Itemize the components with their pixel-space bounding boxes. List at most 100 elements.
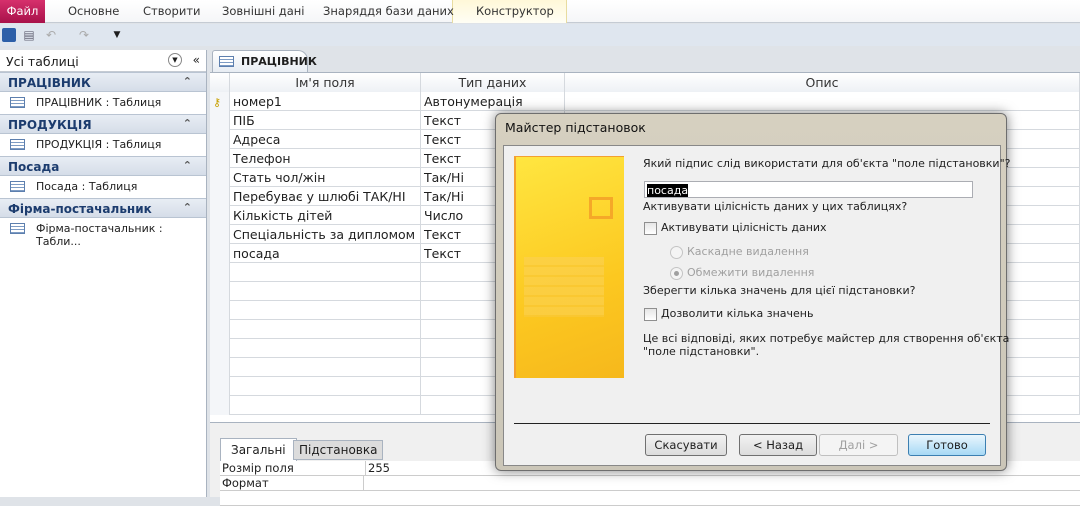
prop-row[interactable]: Формат: [220, 476, 1080, 491]
header-field-name: Ім'я поля: [230, 73, 421, 92]
allow-multiple-label[interactable]: Дозволити кілька значень: [661, 307, 813, 320]
nav-group-produktsiya[interactable]: ПРОДУКЦІЯ ⌃: [0, 114, 206, 134]
field-name-cell[interactable]: Кількість дітей: [230, 206, 421, 225]
nav-item-posada[interactable]: Посада : Таблиця: [0, 176, 206, 198]
navigation-pane: Усі таблиці ▼ « ПРАЦІВНИК ⌃ ПРАЦІВНИК : Т…: [0, 50, 207, 497]
field-name-cell[interactable]: посада: [230, 244, 421, 263]
field-name-cell[interactable]: [230, 282, 421, 301]
field-name-cell[interactable]: [230, 263, 421, 282]
chevron-up-icon[interactable]: ⌃: [183, 201, 192, 214]
nav-group-firma[interactable]: Фірма-постачальник ⌃: [0, 198, 206, 218]
row-selector[interactable]: [210, 320, 230, 339]
view-icon[interactable]: ▤: [22, 28, 36, 42]
nav-item-pracivnyk[interactable]: ПРАЦІВНИК : Таблиця: [0, 92, 206, 114]
chevron-up-icon[interactable]: ⌃: [183, 75, 192, 88]
row-selector[interactable]: [210, 301, 230, 320]
info-text-1: Це всі відповіді, яких потребує майстер …: [643, 332, 1010, 345]
table-icon: [10, 139, 25, 150]
allow-multiple-checkbox[interactable]: [644, 308, 657, 321]
field-name-cell[interactable]: [230, 301, 421, 320]
field-name-cell[interactable]: [230, 396, 421, 415]
enable-integrity-checkbox[interactable]: [644, 222, 657, 235]
field-name-cell[interactable]: [230, 358, 421, 377]
item-label: Фірма-постачальник : Табли...: [36, 222, 163, 248]
row-selector[interactable]: [210, 149, 230, 168]
field-name-cell[interactable]: [230, 339, 421, 358]
nav-group-pracivnyk[interactable]: ПРАЦІВНИК ⌃: [0, 72, 206, 92]
prop-value[interactable]: [363, 476, 364, 491]
row-selector[interactable]: [210, 339, 230, 358]
info-text-2: "поле підстановки".: [643, 345, 760, 358]
item-label: ПРАЦІВНИК : Таблиця: [36, 96, 162, 109]
cascade-delete-radio[interactable]: [670, 246, 683, 259]
next-button[interactable]: Далі >: [819, 434, 898, 456]
item-label: Посада : Таблиця: [36, 180, 138, 193]
nav-item-firma[interactable]: Фірма-постачальник : Табли...: [0, 218, 206, 248]
row-selector[interactable]: [210, 263, 230, 282]
row-selector[interactable]: [210, 396, 230, 415]
undo-icon[interactable]: ↶: [44, 28, 58, 42]
row-selector[interactable]: [210, 130, 230, 149]
ribbon: Файл Основне Створити Зовнішні дані Знар…: [0, 0, 1080, 23]
caption-input[interactable]: посада: [644, 181, 973, 198]
prop-row[interactable]: [220, 491, 1080, 506]
row-selector[interactable]: [210, 358, 230, 377]
field-name-cell[interactable]: [230, 320, 421, 339]
data-type-cell[interactable]: Автонумерація: [421, 92, 565, 111]
row-selector[interactable]: [210, 206, 230, 225]
field-name-cell[interactable]: номер1: [230, 92, 421, 111]
restrict-delete-radio[interactable]: [670, 267, 683, 280]
finish-button[interactable]: Готово: [908, 434, 986, 456]
select-all[interactable]: [210, 73, 230, 92]
field-name-cell[interactable]: ПІБ: [230, 111, 421, 130]
save-icon[interactable]: [2, 28, 16, 42]
tab-lookup[interactable]: Підстановка: [293, 440, 384, 460]
table-icon: [219, 56, 234, 67]
field-name-cell[interactable]: Стать чол/жін: [230, 168, 421, 187]
row-selector[interactable]: [210, 187, 230, 206]
row-selector[interactable]: [210, 168, 230, 187]
enable-integrity-label[interactable]: Активувати цілісність даних: [661, 221, 827, 234]
row-selector[interactable]: [210, 111, 230, 130]
row-selector[interactable]: ⚷: [210, 92, 230, 111]
tab-file[interactable]: Файл: [0, 0, 45, 23]
chevron-up-icon[interactable]: ⌃: [183, 117, 192, 130]
table-row[interactable]: ⚷ номер1 Автонумерація: [210, 92, 1080, 111]
nav-title: Усі таблиці: [6, 54, 79, 69]
row-selector[interactable]: [210, 225, 230, 244]
row-selector[interactable]: [210, 282, 230, 301]
grid-header: Ім'я поля Тип даних Опис: [210, 73, 1080, 92]
back-button[interactable]: < Назад: [739, 434, 817, 456]
field-name-cell[interactable]: Спеціальність за дипломом: [230, 225, 421, 244]
tab-create[interactable]: Створити: [143, 4, 201, 18]
document-tab[interactable]: ПРАЦІВНИК: [212, 50, 317, 72]
tab-home[interactable]: Основне: [68, 4, 119, 18]
chevron-up-icon[interactable]: ⌃: [183, 159, 192, 172]
caption-value: посада: [647, 184, 689, 197]
collapse-pane-icon[interactable]: «: [193, 53, 200, 67]
nav-item-produktsiya[interactable]: ПРОДУКЦІЯ : Таблиця: [0, 134, 206, 156]
lookup-wizard-dialog: Майстер підстановок Який підпис слід вик…: [495, 113, 1010, 471]
prop-value[interactable]: 255: [365, 461, 390, 476]
nav-group-posada[interactable]: Посада ⌃: [0, 156, 206, 176]
dropdown-icon[interactable]: ▼: [168, 53, 182, 67]
nav-header[interactable]: Усі таблиці ▼ «: [0, 50, 206, 72]
field-name-cell[interactable]: Телефон: [230, 149, 421, 168]
tab-database-tools[interactable]: Знаряддя бази даних: [323, 4, 454, 18]
row-selector[interactable]: [210, 244, 230, 263]
cancel-button[interactable]: Скасувати: [645, 434, 727, 456]
tab-external-data[interactable]: Зовнішні дані: [222, 4, 305, 18]
tab-general[interactable]: Загальні: [220, 438, 297, 461]
redo-icon[interactable]: ↷: [77, 28, 91, 42]
description-cell[interactable]: [565, 92, 1080, 111]
row-selector[interactable]: [210, 377, 230, 396]
field-name-cell[interactable]: [230, 377, 421, 396]
tab-design[interactable]: Конструктор: [476, 4, 554, 18]
dialog-body: Який підпис слід використати для об'єкта…: [503, 145, 1010, 466]
customize-icon[interactable]: ▼: [110, 28, 124, 42]
field-name-cell[interactable]: Адреса: [230, 130, 421, 149]
cascade-delete-label[interactable]: Каскадне видалення: [687, 245, 809, 258]
field-name-cell[interactable]: Перебуває у шлюбі ТАК/НІ: [230, 187, 421, 206]
restrict-delete-label[interactable]: Обмежити видалення: [687, 266, 814, 279]
group-label: ПРАЦІВНИК: [8, 76, 91, 90]
